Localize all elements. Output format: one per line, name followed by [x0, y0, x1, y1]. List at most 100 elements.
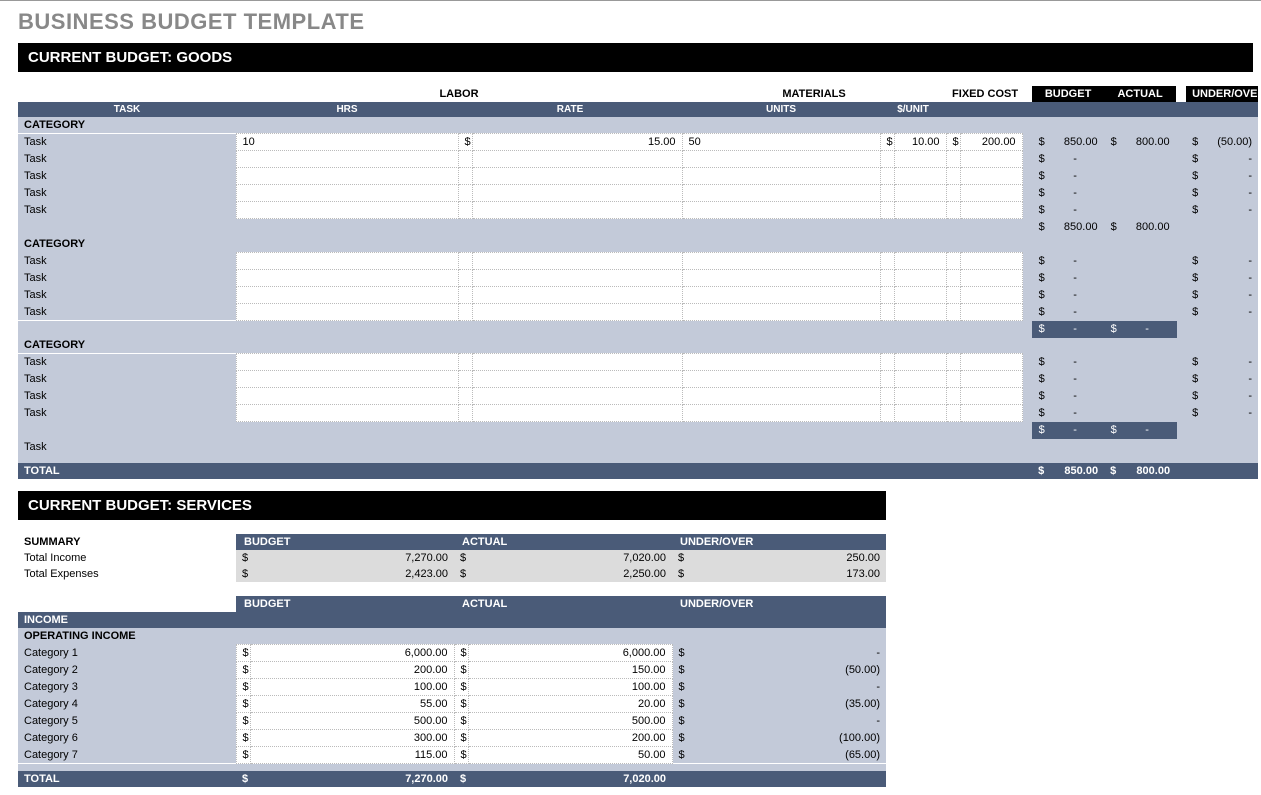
- cell-unitcost-sym[interactable]: $: [880, 134, 894, 151]
- income-header-row: BUDGET ACTUAL UNDER/OVER: [18, 596, 886, 612]
- category-row: CATEGORY: [18, 117, 1258, 134]
- section-title-goods: CURRENT BUDGET: GOODS: [18, 43, 1253, 72]
- category-label: CATEGORY: [18, 337, 1022, 354]
- cell-actual-sym: $: [1104, 134, 1118, 151]
- cell-actual[interactable]: 500.00: [468, 712, 672, 729]
- subtotal-row: $- $-: [18, 320, 1258, 337]
- total-label: TOTAL: [18, 771, 236, 787]
- page-title: BUSINESS BUDGET TEMPLATE: [18, 9, 1253, 35]
- col-uo: UNDER/OVER: [672, 534, 886, 550]
- task-label: Task: [18, 371, 236, 388]
- cell-rate-sym[interactable]: $: [458, 134, 472, 151]
- col-actual: ACTUAL: [454, 596, 672, 612]
- subtotal-row: $- $-: [18, 422, 1258, 439]
- category-label: CATEGORY: [18, 236, 1022, 253]
- cell-uo: (35.00): [686, 695, 886, 712]
- cell-budget: 850.00: [1046, 134, 1104, 151]
- cell-actual: 800.00: [1118, 134, 1176, 151]
- cell-fixed[interactable]: 200.00: [960, 134, 1022, 151]
- income-section-label: INCOME: [18, 612, 886, 628]
- task-label: Task: [18, 269, 236, 286]
- table-row: Category 1 $6,000.00 $6,000.00 $-: [18, 644, 886, 661]
- cell-actual[interactable]: 150.00: [468, 661, 672, 678]
- cell-budget[interactable]: 300.00: [250, 729, 454, 746]
- table-row: Category 7 $115.00 $50.00 $(65.00): [18, 746, 886, 763]
- group-header-actual: ACTUAL: [1104, 86, 1176, 102]
- subtotal-actual: 800.00: [1118, 219, 1176, 236]
- cell: 2,250.00: [468, 566, 672, 582]
- row-label: Category 3: [18, 678, 236, 695]
- cell-hrs[interactable]: 10: [236, 134, 458, 151]
- category-label: CATEGORY: [18, 117, 1022, 134]
- row-label: Category 1: [18, 644, 236, 661]
- cell-budget[interactable]: 115.00: [250, 746, 454, 763]
- cell-units[interactable]: 50: [682, 134, 880, 151]
- table-row: Task $-$-: [18, 303, 1258, 320]
- cell-budget[interactable]: 500.00: [250, 712, 454, 729]
- table-row: Task $-$-: [18, 252, 1258, 269]
- task-label: Task: [18, 405, 236, 422]
- group-header-row: LABOR MATERIALS FIXED COST BUDGET ACTUAL…: [18, 86, 1258, 102]
- table-row: Category 4 $55.00 $20.00 $(35.00): [18, 695, 886, 712]
- task-label: Task: [18, 286, 236, 303]
- cell-unitcost[interactable]: 10.00: [894, 134, 946, 151]
- table-row: Task $-$-: [18, 151, 1258, 168]
- cell: 250.00: [686, 550, 886, 566]
- summary-income-row: Total Income $7,270.00 $7,020.00 $250.00: [18, 550, 886, 566]
- task-label: Task: [18, 151, 236, 168]
- group-header-budget: BUDGET: [1032, 86, 1104, 102]
- table-row: Task $-$-: [18, 202, 1258, 219]
- cell-actual[interactable]: 20.00: [468, 695, 672, 712]
- table-row: Task $-$-: [18, 405, 1258, 422]
- col-units: UNITS: [682, 102, 880, 117]
- col-actual: ACTUAL: [454, 534, 672, 550]
- cell-uo: -: [686, 644, 886, 661]
- table-row: Category 3 $100.00 $100.00 $-: [18, 678, 886, 695]
- cell-actual[interactable]: 6,000.00: [468, 644, 672, 661]
- table-row: Task $-$-: [18, 168, 1258, 185]
- operating-income-label: OPERATING INCOME: [18, 628, 886, 645]
- cell-uo: (100.00): [686, 729, 886, 746]
- cell-actual[interactable]: 200.00: [468, 729, 672, 746]
- total-actual: 800.00: [1118, 463, 1176, 479]
- table-row: Task 10 $ 15.00 50 $ 10.00 $ 200.00 $ 85…: [18, 134, 1258, 151]
- table-row: Category 5 $500.00 $500.00 $-: [18, 712, 886, 729]
- cell-budget[interactable]: 6,000.00: [250, 644, 454, 661]
- table-row: Task $-$-: [18, 269, 1258, 286]
- cell-actual[interactable]: 100.00: [468, 678, 672, 695]
- col-task: TASK: [18, 102, 236, 117]
- cell-fixed-sym[interactable]: $: [946, 134, 960, 151]
- section-title-services: CURRENT BUDGET: SERVICES: [18, 491, 886, 520]
- cell-actual[interactable]: 50.00: [468, 746, 672, 763]
- table-row: Task: [18, 439, 1258, 455]
- total-actual: 7,020.00: [468, 771, 672, 787]
- cell-uo-sym: $: [1186, 134, 1200, 151]
- task-label: Task: [18, 202, 236, 219]
- task-label: Task: [18, 388, 236, 405]
- group-header-labor: LABOR: [236, 86, 682, 102]
- subtotal-row: $850.00 $800.00: [18, 219, 1258, 236]
- summary-label: SUMMARY: [18, 534, 236, 550]
- total-budget: 7,270.00: [250, 771, 454, 787]
- cell-rate[interactable]: 15.00: [472, 134, 682, 151]
- table-row: Task $-$-: [18, 388, 1258, 405]
- cell: 7,020.00: [468, 550, 672, 566]
- cell-budget[interactable]: 55.00: [250, 695, 454, 712]
- task-label: Task: [18, 439, 236, 455]
- table-row: Category 2 $200.00 $150.00 $(50.00): [18, 661, 886, 678]
- cell-budget[interactable]: 200.00: [250, 661, 454, 678]
- col-uo: UNDER/OVER: [672, 596, 886, 612]
- table-row: Task $-$-: [18, 286, 1258, 303]
- cell: 173.00: [686, 566, 886, 582]
- cell-uo: -: [686, 712, 886, 729]
- task-label: Task: [18, 168, 236, 185]
- category-row: CATEGORY: [18, 337, 1258, 354]
- income-section-row: INCOME: [18, 612, 886, 628]
- summary-expenses-row: Total Expenses $2,423.00 $2,250.00 $173.…: [18, 566, 886, 582]
- services-income-table: BUDGET ACTUAL UNDER/OVER INCOME OPERATIN…: [18, 596, 886, 788]
- cell-uo: (50.00): [686, 661, 886, 678]
- subtotal-budget: 850.00: [1046, 219, 1104, 236]
- cell-budget[interactable]: 100.00: [250, 678, 454, 695]
- services-summary-table: SUMMARY BUDGET ACTUAL UNDER/OVER Total I…: [18, 534, 886, 582]
- col-budget: BUDGET: [236, 596, 454, 612]
